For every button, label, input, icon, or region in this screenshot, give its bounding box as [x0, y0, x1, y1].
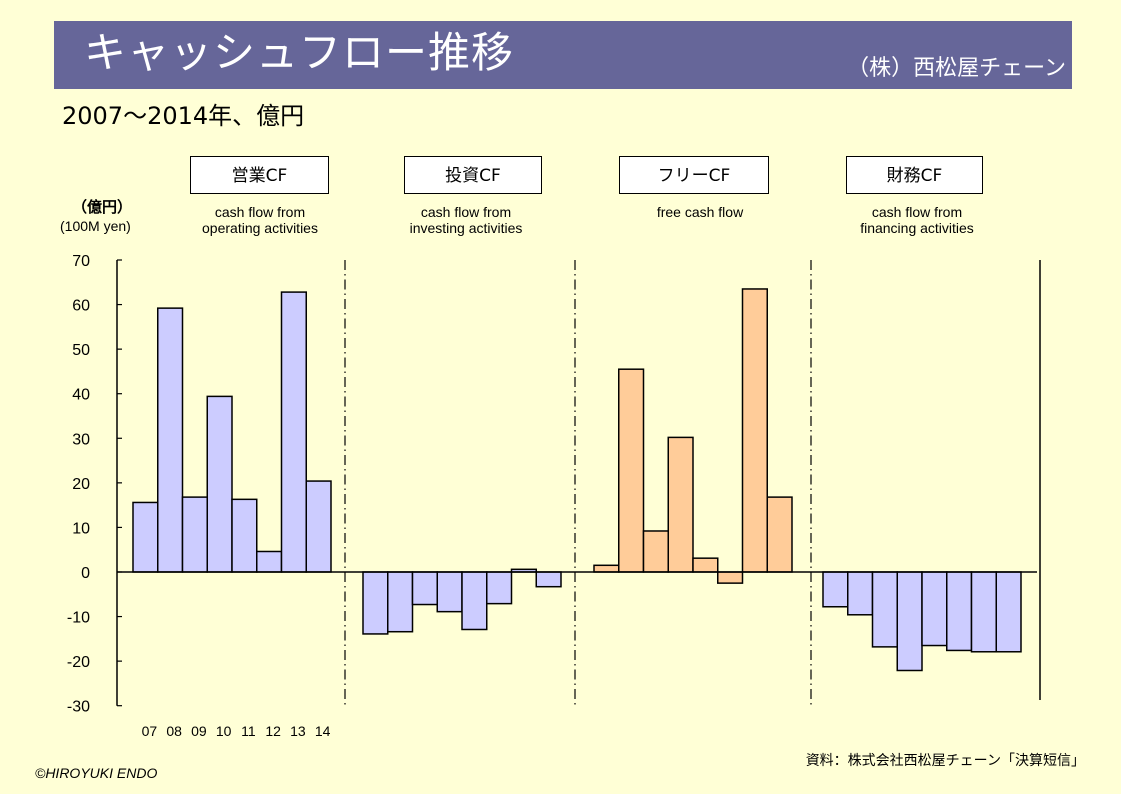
y-tick-label: 10	[72, 520, 90, 537]
bar-0-14	[305, 480, 332, 573]
x-tick-label: 10	[216, 723, 232, 739]
x-tick-label: 12	[265, 723, 281, 739]
y-tick-label: -20	[67, 654, 90, 671]
bar-1-12	[486, 571, 513, 605]
y-tick-label: -10	[67, 610, 90, 627]
x-tick-label: 14	[315, 723, 331, 739]
x-tick-label: 07	[142, 723, 158, 739]
bar-3-10	[896, 571, 923, 672]
bar-3-08	[847, 571, 874, 616]
bar-0-07	[132, 501, 159, 573]
bar-1-09	[411, 571, 438, 606]
y-tick-label: 70	[72, 253, 90, 270]
x-tick-label: 13	[290, 723, 306, 739]
y-tick-label: 20	[72, 476, 90, 493]
bar-3-07	[822, 571, 849, 608]
bar-3-13	[970, 571, 997, 653]
bar-2-10	[667, 436, 694, 573]
bar-0-10	[206, 395, 233, 573]
y-tick-label: 30	[72, 431, 90, 448]
bar-1-07	[362, 571, 389, 635]
bar-0-12	[256, 550, 283, 573]
bar-0-13	[280, 291, 307, 573]
y-tick-label: -30	[67, 699, 90, 716]
bar-3-14	[995, 571, 1022, 653]
bar-3-09	[871, 571, 898, 648]
bar-2-13	[741, 288, 768, 573]
x-tick-label: 09	[191, 723, 207, 739]
bar-0-11	[231, 498, 258, 573]
y-tick-label: 40	[72, 387, 90, 404]
y-tick-label: 60	[72, 298, 90, 315]
bar-3-12	[946, 571, 973, 652]
x-tick-label: 08	[166, 723, 182, 739]
bar-2-07	[593, 564, 620, 573]
bar-2-09	[642, 530, 669, 573]
copyright: ©HIROYUKI ENDO	[35, 765, 158, 781]
bar-2-11	[692, 557, 719, 573]
source-note: 資料：株式会社西松屋チェーン「決算短信」	[805, 753, 1085, 769]
bar-0-09	[181, 496, 208, 573]
bar-1-11	[461, 571, 488, 631]
bar-3-11	[921, 571, 948, 647]
bar-1-08	[387, 571, 414, 633]
y-tick-label: 50	[72, 342, 90, 359]
bar-2-12	[717, 571, 744, 584]
y-tick-label: 0	[81, 565, 90, 582]
bar-2-08	[618, 368, 645, 573]
bar-1-14	[535, 571, 562, 588]
cash-flow-chart: 70 60 50 40 30 20 10 0 -10 -20 -30 07 08 09 10 11 12 13 14	[67, 253, 1041, 739]
bar-2-14	[766, 496, 793, 573]
bar-1-10	[436, 571, 463, 613]
x-tick-label: 11	[241, 723, 256, 739]
bar-0-08	[157, 307, 184, 573]
